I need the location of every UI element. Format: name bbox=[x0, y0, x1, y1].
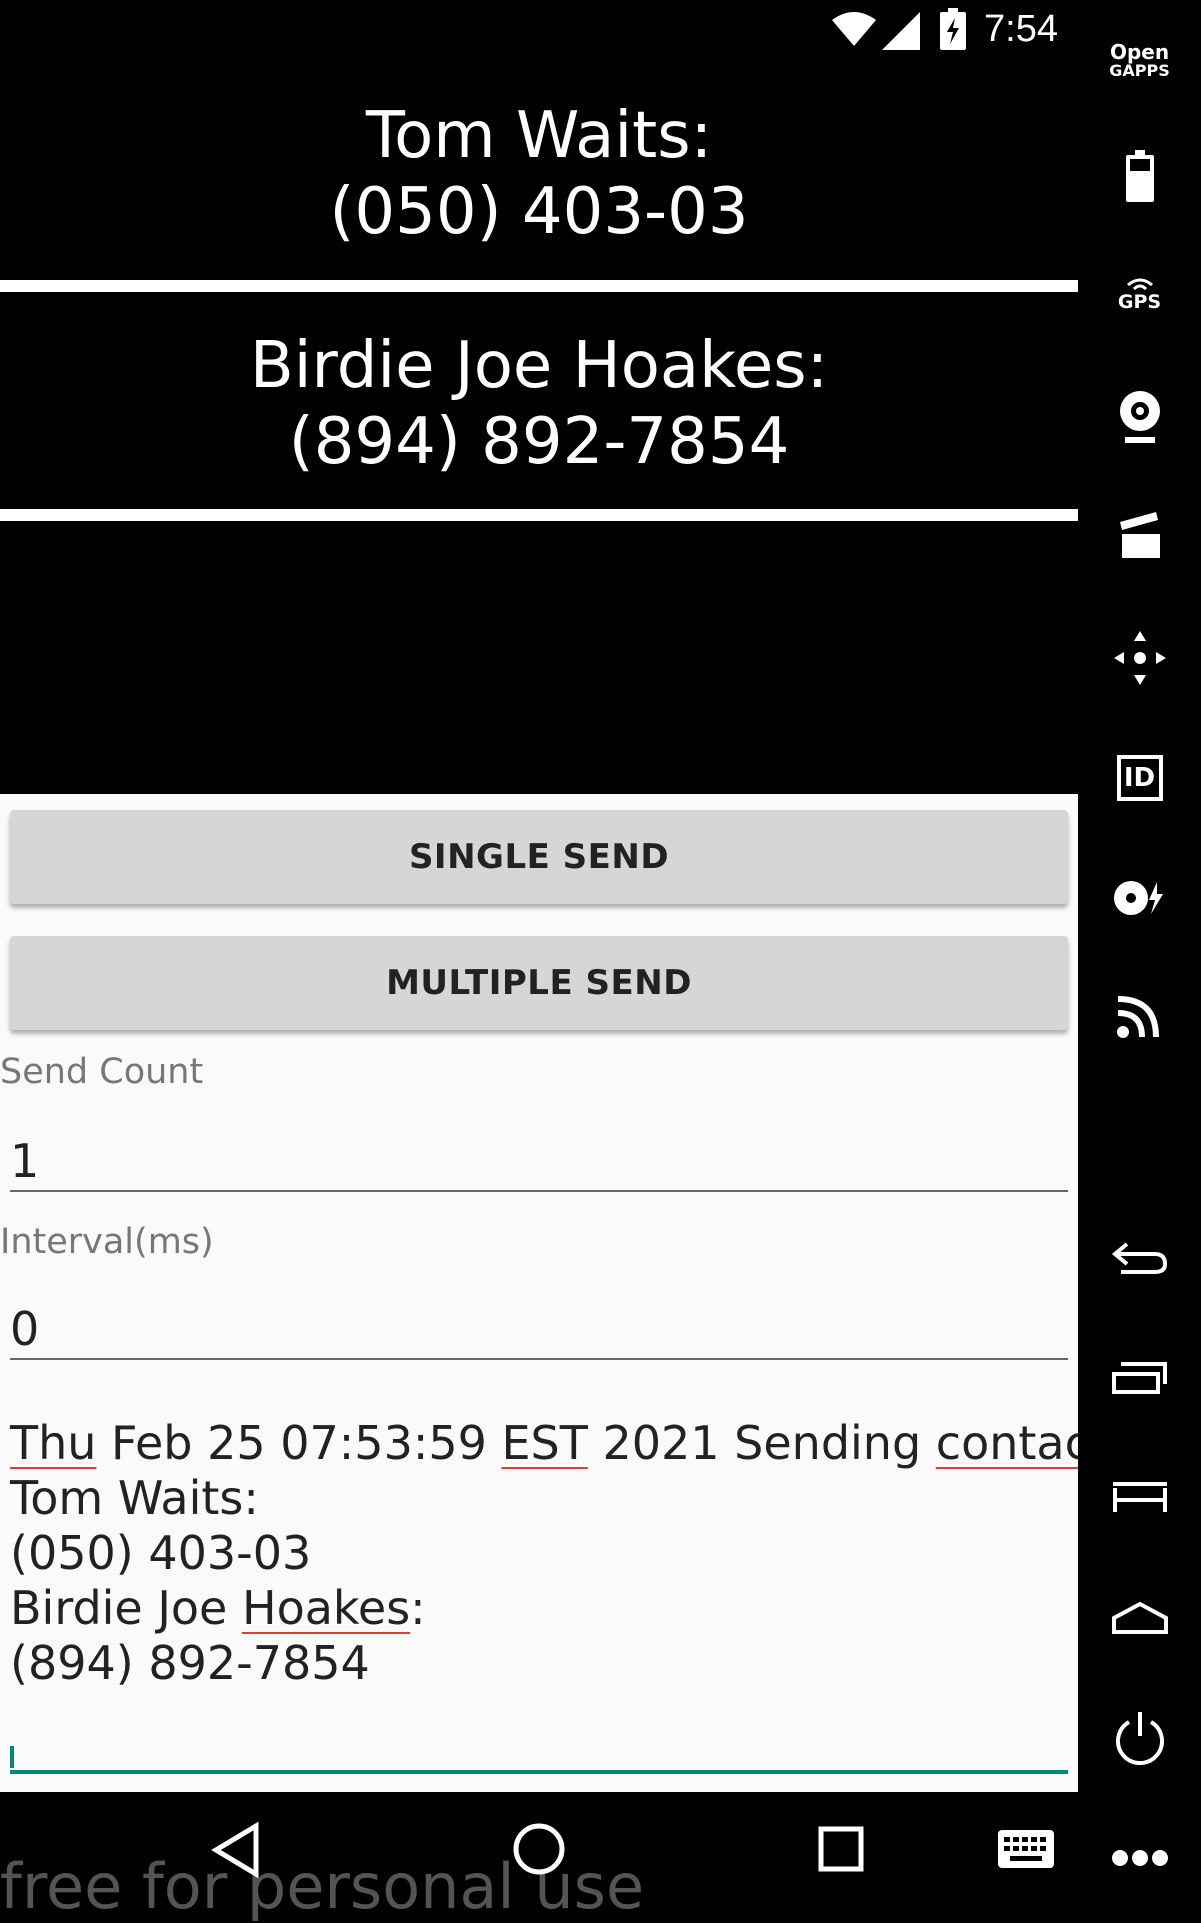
more-icon[interactable] bbox=[1078, 1846, 1201, 1870]
id-icon[interactable]: ID bbox=[1078, 750, 1201, 806]
move-icon[interactable] bbox=[1078, 628, 1201, 688]
log-word: Hoakes bbox=[241, 1581, 411, 1635]
log-line: (894) 892-7854 bbox=[10, 1636, 370, 1690]
opengapps-icon[interactable]: Open GAPPS bbox=[1078, 36, 1201, 86]
gps-icon[interactable]: GPS bbox=[1078, 270, 1201, 318]
contact-name: Birdie Joe Hoakes: bbox=[249, 329, 829, 403]
divider bbox=[0, 509, 1078, 521]
log-text: 2021 Sending bbox=[587, 1416, 936, 1470]
menu-icon[interactable] bbox=[1078, 1478, 1201, 1518]
cast-icon[interactable] bbox=[1078, 990, 1201, 1040]
status-bar: 7:54 bbox=[0, 0, 1078, 64]
wifi-icon bbox=[832, 12, 876, 53]
contact-phone: (050) 403-03 bbox=[329, 175, 749, 249]
log-text: Feb 25 07:53:59 bbox=[96, 1416, 502, 1470]
status-time: 7:54 bbox=[984, 8, 1058, 50]
log-text: : bbox=[410, 1581, 426, 1635]
signal-icon bbox=[882, 12, 920, 55]
multiple-send-button[interactable]: MULTIPLE SEND bbox=[10, 936, 1068, 1030]
recents-icon[interactable] bbox=[1078, 1358, 1201, 1398]
textarea-underline bbox=[10, 1770, 1068, 1774]
log-line: Tom Waits: bbox=[10, 1471, 259, 1525]
power-icon[interactable] bbox=[1078, 1710, 1201, 1768]
gps-label: GPS bbox=[1117, 291, 1162, 313]
divider bbox=[0, 280, 1078, 292]
contact-name: Tom Waits: bbox=[365, 99, 713, 173]
interval-input[interactable] bbox=[10, 1300, 1068, 1360]
emulator-toolbar: Open GAPPS GPS ID bbox=[1078, 0, 1201, 1921]
back-icon[interactable] bbox=[210, 1821, 260, 1883]
log-text: Birdie Joe bbox=[10, 1581, 242, 1635]
id-label: ID bbox=[1123, 763, 1156, 793]
recents-icon[interactable] bbox=[818, 1826, 864, 1877]
navigation-bar: free for personal use bbox=[0, 1792, 1078, 1923]
back-icon[interactable] bbox=[1078, 1236, 1201, 1280]
home-icon[interactable] bbox=[1078, 1598, 1201, 1638]
keyboard-icon[interactable] bbox=[998, 1830, 1054, 1873]
interval-label: Interval(ms) bbox=[0, 1222, 214, 1262]
opengapps-sublabel: GAPPS bbox=[1109, 61, 1170, 80]
contact-item[interactable]: Tom Waits: (050) 403-03 bbox=[0, 98, 1078, 250]
single-send-button[interactable]: SINGLE SEND bbox=[10, 810, 1068, 904]
text-cursor bbox=[10, 1746, 14, 1768]
clapper-icon[interactable] bbox=[1078, 508, 1201, 562]
log-textarea[interactable]: Thu Feb 25 07:53:59 EST 2021 Sending con… bbox=[10, 1416, 1132, 1691]
log-word: Thu bbox=[10, 1416, 97, 1470]
log-word: EST bbox=[501, 1416, 588, 1470]
camera-icon[interactable] bbox=[1078, 388, 1201, 446]
home-icon[interactable] bbox=[512, 1822, 566, 1881]
media-icon[interactable] bbox=[1078, 876, 1201, 920]
send-count-input[interactable] bbox=[10, 1132, 1068, 1192]
battery-widget-icon[interactable] bbox=[1078, 148, 1201, 204]
send-count-label: Send Count bbox=[0, 1052, 204, 1092]
log-line: Birdie Joe Hoakes: bbox=[10, 1581, 1070, 1636]
device-screen: 7:54 Tom Waits: (050) 403-03 Birdie Joe … bbox=[0, 0, 1132, 1923]
contact-phone: (894) 892-7854 bbox=[288, 405, 790, 479]
opengapps-label: Open bbox=[1109, 40, 1170, 64]
contact-item[interactable]: Birdie Joe Hoakes: (894) 892-7854 bbox=[0, 328, 1078, 480]
log-line: (050) 403-03 bbox=[10, 1526, 312, 1580]
battery-icon bbox=[940, 8, 966, 55]
log-line: Thu Feb 25 07:53:59 EST 2021 Sending con… bbox=[10, 1416, 1132, 1471]
